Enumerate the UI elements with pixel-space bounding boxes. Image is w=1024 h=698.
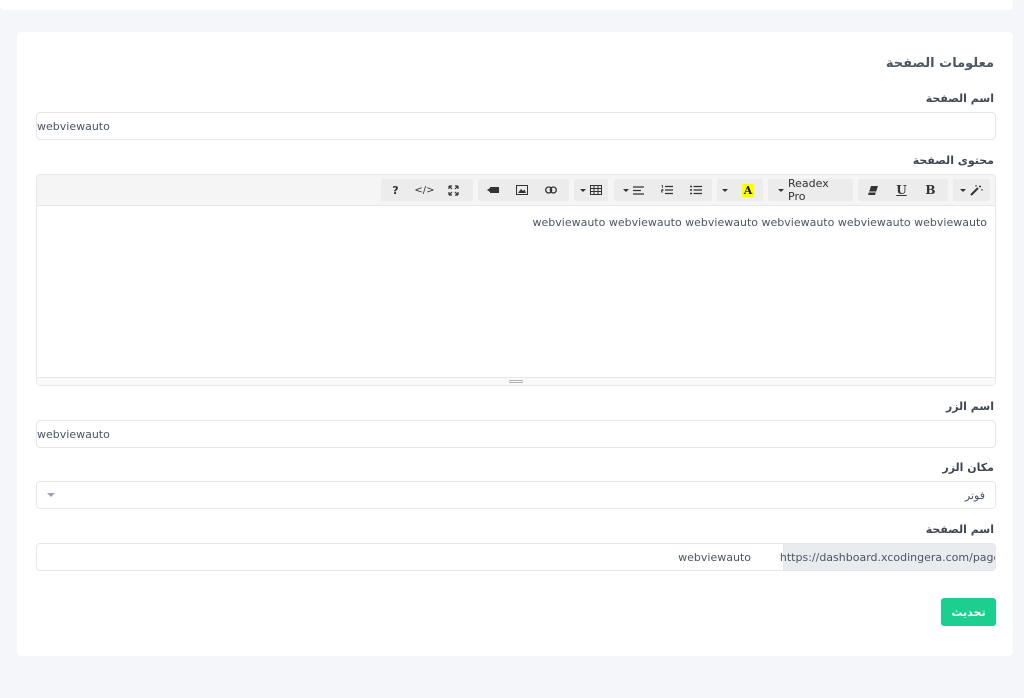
section-title: معلومات الصفحة bbox=[885, 56, 994, 71]
slug-label: اسم الصفحة bbox=[925, 523, 994, 536]
eraser-icon[interactable] bbox=[858, 179, 887, 201]
view-group: ? </> bbox=[381, 179, 473, 201]
table-icon[interactable] bbox=[574, 179, 608, 201]
page-info-card: معلومات الصفحة اسم الصفحة webviewauto مح… bbox=[17, 32, 1013, 656]
insert-group bbox=[478, 179, 569, 201]
resize-grip-icon bbox=[509, 380, 523, 383]
link-icon[interactable] bbox=[536, 179, 565, 201]
paragraph-align-icon[interactable] bbox=[614, 179, 652, 201]
style-group: U B bbox=[858, 179, 948, 201]
button-location-select[interactable]: فوتر bbox=[36, 481, 996, 509]
underline-icon[interactable]: U bbox=[887, 179, 916, 201]
font-family-group: Readex Pro bbox=[768, 177, 853, 203]
content-label: محتوى الصفحة bbox=[912, 154, 994, 167]
button-name-value: webviewauto bbox=[37, 427, 110, 441]
unordered-list-icon[interactable] bbox=[681, 179, 710, 201]
magic-icon[interactable] bbox=[953, 179, 990, 201]
editor-toolbar: ? </> A Readex Pro U B bbox=[37, 175, 995, 206]
ordered-list-icon[interactable] bbox=[652, 179, 681, 201]
rich-text-editor[interactable]: ? </> A Readex Pro U B webviewauto webvi… bbox=[36, 174, 996, 386]
list-group bbox=[614, 179, 712, 201]
update-button[interactable]: تحديث bbox=[941, 598, 996, 626]
slug-input-group[interactable]: webviewauto https://dashboard.xcodingera… bbox=[36, 543, 996, 571]
table-group bbox=[574, 179, 608, 201]
color-dropdown[interactable] bbox=[717, 179, 733, 201]
bold-icon[interactable]: B bbox=[916, 179, 945, 201]
page-name-label: اسم الصفحة bbox=[925, 92, 994, 105]
text-color-icon[interactable]: A bbox=[733, 179, 763, 201]
video-icon[interactable] bbox=[478, 179, 507, 201]
editor-resize-bar[interactable] bbox=[37, 377, 995, 385]
editor-content[interactable]: webviewauto webviewauto webviewauto webv… bbox=[533, 216, 987, 229]
image-icon[interactable] bbox=[507, 179, 536, 201]
fullscreen-icon[interactable] bbox=[439, 179, 468, 201]
magic-group bbox=[953, 179, 990, 201]
page-name-value: webviewauto bbox=[37, 119, 110, 133]
code-view-icon[interactable]: </> bbox=[410, 179, 439, 201]
button-name-label: اسم الزر bbox=[945, 400, 994, 413]
chevron-down-icon bbox=[47, 493, 55, 497]
button-location-label: مكان الزر bbox=[942, 461, 994, 474]
font-family-dropdown[interactable]: Readex Pro bbox=[768, 177, 853, 203]
page-name-input[interactable]: webviewauto bbox=[36, 112, 996, 140]
top-card bbox=[0, 0, 1013, 10]
slug-prefix: https://dashboard.xcodingera.com/page/ bbox=[780, 544, 995, 570]
button-location-value: فوتر bbox=[964, 488, 985, 502]
help-icon[interactable]: ? bbox=[381, 179, 410, 201]
color-group: A bbox=[717, 179, 763, 201]
slug-value[interactable]: webviewauto bbox=[678, 544, 751, 570]
button-name-input[interactable]: webviewauto bbox=[36, 420, 996, 448]
